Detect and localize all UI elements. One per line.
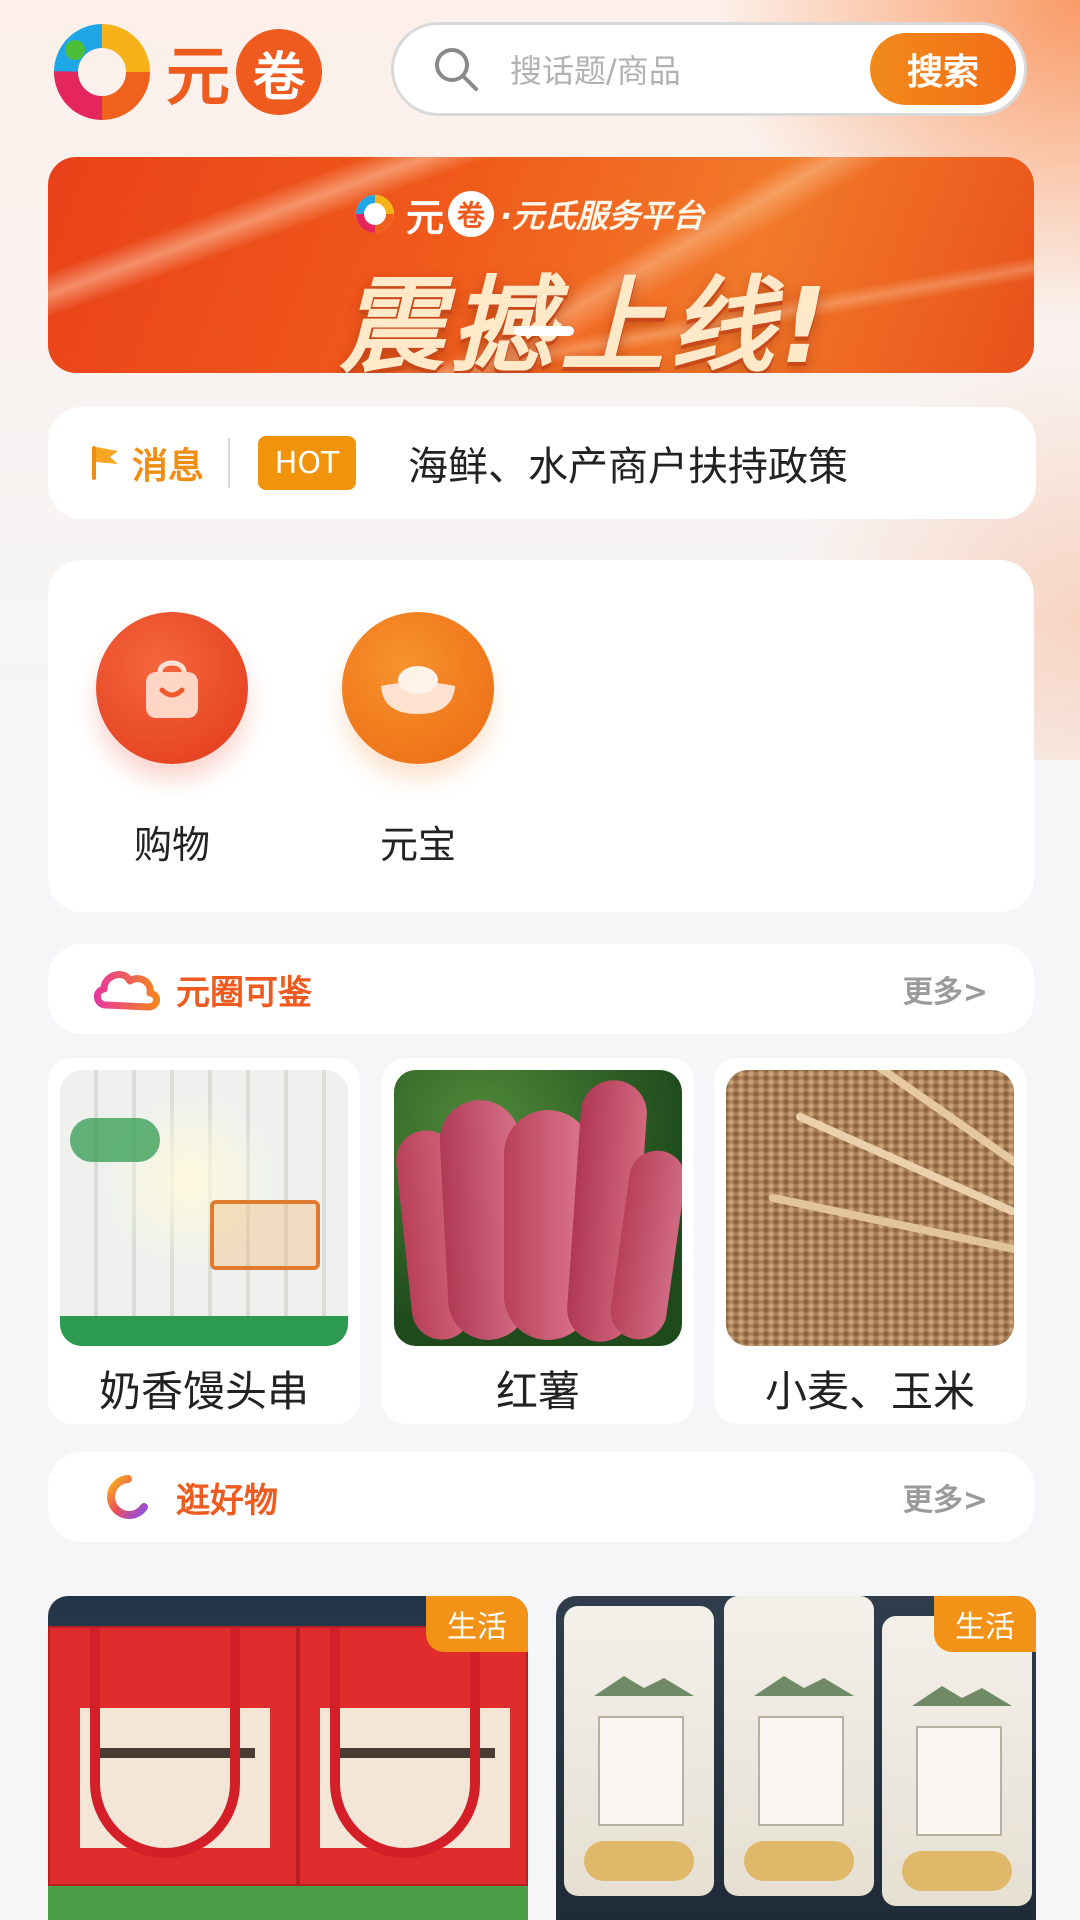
shopping-bag-icon <box>96 612 248 764</box>
product-image-sweet-potato <box>394 1070 682 1346</box>
ring-icon <box>107 1475 148 1519</box>
logo-ring-icon <box>54 24 150 120</box>
search-bar[interactable]: 搜话题/商品 搜索 <box>391 22 1027 116</box>
goods-card[interactable]: 生活 <box>48 1596 528 1920</box>
category-tag: 生活 <box>934 1596 1036 1652</box>
product-card[interactable]: 小麦、玉米 <box>714 1058 1026 1424</box>
search-button[interactable]: 搜索 <box>870 33 1016 105</box>
product-image-steamed-buns <box>60 1070 348 1346</box>
banner-subtitle: ·元氏服务平台 <box>500 197 705 235</box>
product-name: 奶香馒头串 <box>98 1367 309 1416</box>
section-title: 逛好物 <box>176 1480 278 1521</box>
noodle-bag-image <box>724 1596 874 1896</box>
divider <box>228 438 231 488</box>
gift-bag-image <box>298 1626 528 1886</box>
logo-text-quan: 卷 <box>236 29 322 115</box>
app-logo[interactable]: 元 卷 <box>52 20 332 124</box>
ingot-icon <box>342 612 494 764</box>
product-card[interactable]: 红薯 <box>382 1058 694 1424</box>
product-name: 红薯 <box>495 1367 580 1416</box>
goods-card[interactable]: 生活 <box>556 1596 1036 1920</box>
flag-icon <box>92 446 118 480</box>
banner-logo-yuan: 元 <box>406 195 445 240</box>
shortcut-shopping[interactable]: 购物 <box>82 612 262 869</box>
shortcut-label: 购物 <box>133 823 210 867</box>
news-label: 消息 <box>132 446 205 487</box>
shortcut-label: 元宝 <box>379 823 456 867</box>
product-image-wheat <box>726 1070 1014 1346</box>
section-header-goods: 逛好物 更多> <box>48 1452 1034 1542</box>
noodle-bag-image <box>564 1606 714 1896</box>
search-input[interactable]: 搜话题/商品 <box>510 46 870 92</box>
logo-text-yuan: 元 <box>166 40 230 115</box>
search-icon <box>435 48 478 91</box>
banner-pagination-indicator <box>514 326 574 336</box>
more-link[interactable]: 更多> <box>903 1475 988 1519</box>
more-link[interactable]: 更多> <box>903 967 988 1011</box>
news-headline[interactable]: 海鲜、水产商户扶持政策 <box>408 434 848 492</box>
news-ticker[interactable]: 消息 HOT 海鲜、水产商户扶持政策 <box>48 407 1036 519</box>
shortcut-ingot[interactable]: 元宝 <box>328 612 508 869</box>
promo-banner[interactable]: 元 卷 ·元氏服务平台 震撼上线! <box>48 157 1034 373</box>
category-tag: 生活 <box>426 1596 528 1652</box>
product-name: 小麦、玉米 <box>764 1367 975 1416</box>
product-card[interactable]: 奶香馒头串 <box>48 1058 360 1424</box>
banner-logo-quan: 卷 <box>448 191 495 237</box>
hot-badge: HOT <box>258 436 357 490</box>
cloud-icon <box>94 971 160 1011</box>
section-title: 元圈可鉴 <box>176 972 312 1013</box>
banner-logo-icon <box>356 195 394 233</box>
gift-bag-image <box>48 1626 298 1886</box>
banner-title: 震撼上线! <box>340 265 834 373</box>
section-header-yuanquan: 元圈可鉴 更多> <box>48 944 1034 1034</box>
noodle-bag-image <box>882 1616 1032 1906</box>
